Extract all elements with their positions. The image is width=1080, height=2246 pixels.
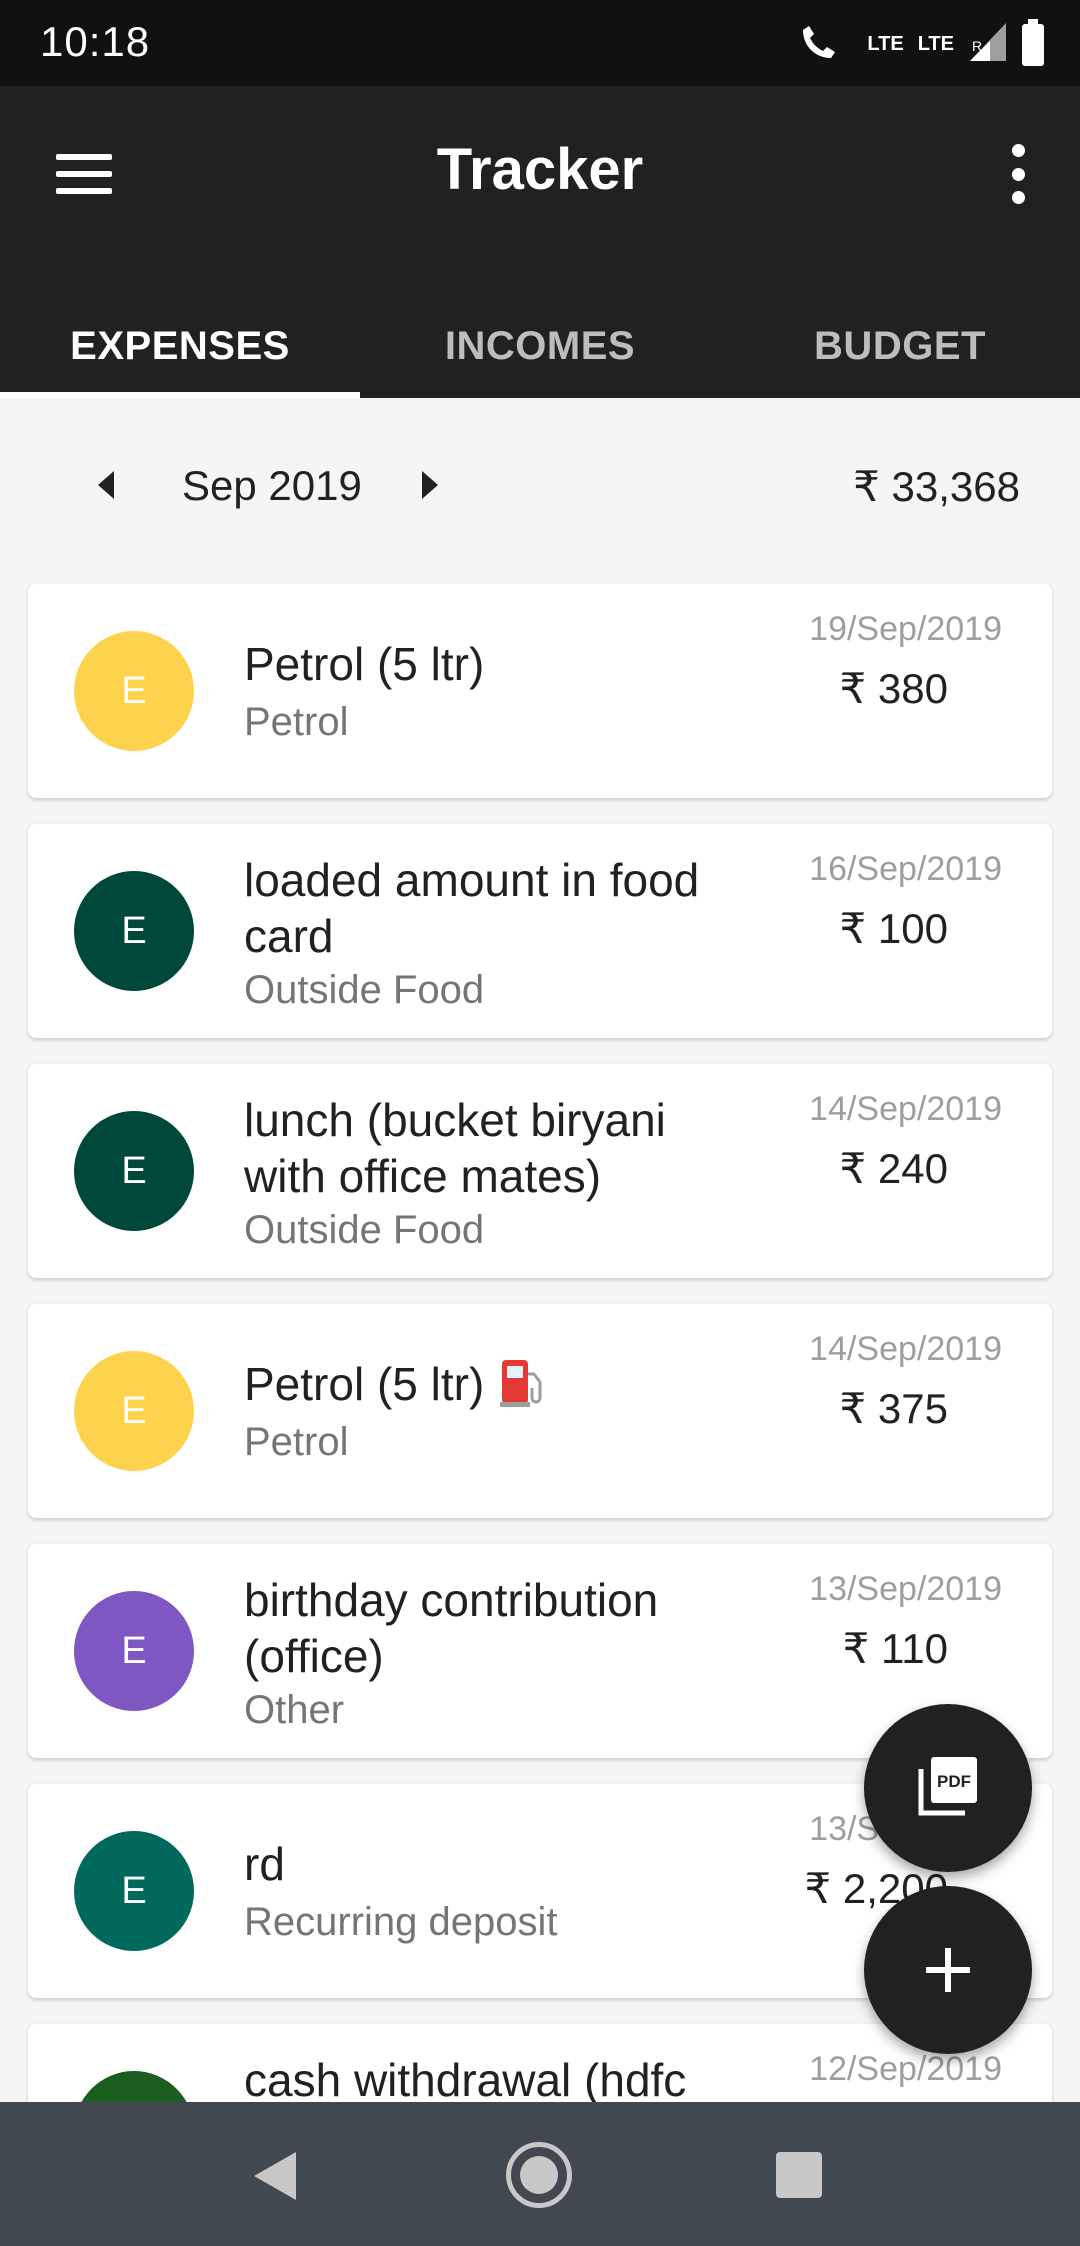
status-time: 10:18 bbox=[40, 18, 151, 65]
tab-incomes[interactable]: INCOMES bbox=[360, 286, 720, 398]
signal-icon: R bbox=[968, 21, 1008, 68]
call-lte-icon bbox=[797, 20, 853, 69]
plus-icon bbox=[926, 1948, 970, 1992]
month-total: ₹ 33,368 bbox=[853, 463, 1020, 510]
expense-title: cash withdrawal (hdfc bbox=[244, 2054, 687, 2102]
expense-title-line-1: loaded amount in food bbox=[244, 854, 700, 906]
battery-icon bbox=[1022, 18, 1044, 66]
expense-amount: ₹ 110 bbox=[842, 1625, 948, 1672]
expense-category: Recurring deposit bbox=[244, 1900, 558, 1944]
expense-amount: ₹ 100 bbox=[839, 905, 948, 952]
tab-bar: EXPENSES INCOMES BUDGET bbox=[0, 286, 1080, 398]
avatar: E bbox=[74, 1591, 194, 1711]
app-title: Tracker bbox=[436, 137, 644, 202]
expense-card[interactable]: E Petrol (5 ltr) Petrol 14/Sep/2019 ₹ 37… bbox=[28, 1304, 1052, 1518]
expense-title: rd bbox=[244, 1838, 285, 1890]
more-options-icon[interactable] bbox=[1010, 144, 1026, 204]
expense-category: Petrol bbox=[244, 1420, 349, 1464]
export-pdf-button[interactable]: PDF bbox=[864, 1704, 1032, 1872]
expense-card[interactable]: E Petrol (5 ltr) Petrol 19/Sep/2019 ₹ 38… bbox=[28, 584, 1052, 798]
roaming-label: R bbox=[972, 38, 982, 54]
fuel-pump-icon bbox=[498, 1356, 546, 1420]
avatar: E bbox=[74, 1111, 194, 1231]
avatar: E bbox=[74, 871, 194, 991]
avatar: E bbox=[74, 631, 194, 751]
expense-title-text: Petrol (5 ltr) bbox=[244, 1358, 485, 1411]
add-expense-button[interactable] bbox=[864, 1886, 1032, 2054]
expense-category: Outside Food bbox=[244, 1208, 485, 1252]
expense-card[interactable]: E lunch (bucket biryani with office mate… bbox=[28, 1064, 1052, 1278]
back-icon[interactable] bbox=[254, 2152, 296, 2200]
expense-category: Outside Food bbox=[244, 968, 485, 1012]
expense-title-line-2: card bbox=[244, 910, 334, 962]
expense-amount: ₹ 380 bbox=[839, 665, 948, 712]
month-selector: Sep 2019 ₹ 33,368 bbox=[0, 398, 1080, 578]
svg-text:PDF: PDF bbox=[937, 1772, 971, 1791]
avatar: E bbox=[74, 1831, 194, 1951]
expense-title-line-2: (office) bbox=[244, 1630, 384, 1682]
expense-amount: ₹ 240 bbox=[839, 1145, 948, 1192]
expense-title-line-1: lunch (bucket biryani bbox=[244, 1094, 666, 1146]
expense-title-line-2: with office mates) bbox=[244, 1150, 602, 1202]
expense-title-line-1: birthday contribution bbox=[244, 1574, 659, 1626]
pdf-icon: PDF bbox=[917, 1755, 979, 1822]
expense-title: Petrol (5 ltr) bbox=[244, 638, 485, 690]
previous-month-icon[interactable] bbox=[98, 471, 114, 499]
tab-expenses[interactable]: EXPENSES bbox=[0, 286, 360, 398]
expense-amount: ₹ 375 bbox=[839, 1385, 948, 1432]
expense-list[interactable]: E Petrol (5 ltr) Petrol 19/Sep/2019 ₹ 38… bbox=[0, 584, 1080, 2102]
avatar: E bbox=[74, 2071, 194, 2102]
recents-icon[interactable] bbox=[776, 2152, 822, 2198]
month-label: Sep 2019 bbox=[182, 462, 362, 509]
expense-title: Petrol (5 ltr) bbox=[244, 1356, 764, 1420]
expense-date: 13/Sep/2019 bbox=[809, 1570, 1002, 1608]
expense-date: 16/Sep/2019 bbox=[809, 850, 1002, 888]
lte-label-1: LTE bbox=[867, 33, 904, 55]
expense-category: Petrol bbox=[244, 700, 349, 744]
home-icon[interactable] bbox=[506, 2142, 572, 2208]
app-bar: Tracker EXPENSES INCOMES BUDGET bbox=[0, 86, 1080, 398]
tab-budget[interactable]: BUDGET bbox=[720, 286, 1080, 398]
navigation-bar bbox=[0, 2102, 1080, 2246]
expense-card[interactable]: E loaded amount in food card Outside Foo… bbox=[28, 824, 1052, 1038]
avatar: E bbox=[74, 1351, 194, 1471]
status-icons: LTE LTE R bbox=[797, 18, 1044, 69]
expense-date: 14/Sep/2019 bbox=[809, 1330, 1002, 1368]
expense-date: 14/Sep/2019 bbox=[809, 1090, 1002, 1128]
next-month-icon[interactable] bbox=[422, 471, 438, 499]
expense-date: 12/Sep/2019 bbox=[809, 2050, 1002, 2088]
expense-date: 19/Sep/2019 bbox=[809, 610, 1002, 648]
expense-category: Other bbox=[244, 1688, 345, 1732]
lte-label-2: LTE bbox=[917, 33, 954, 55]
status-bar: 10:18 LTE LTE R bbox=[0, 0, 1080, 86]
